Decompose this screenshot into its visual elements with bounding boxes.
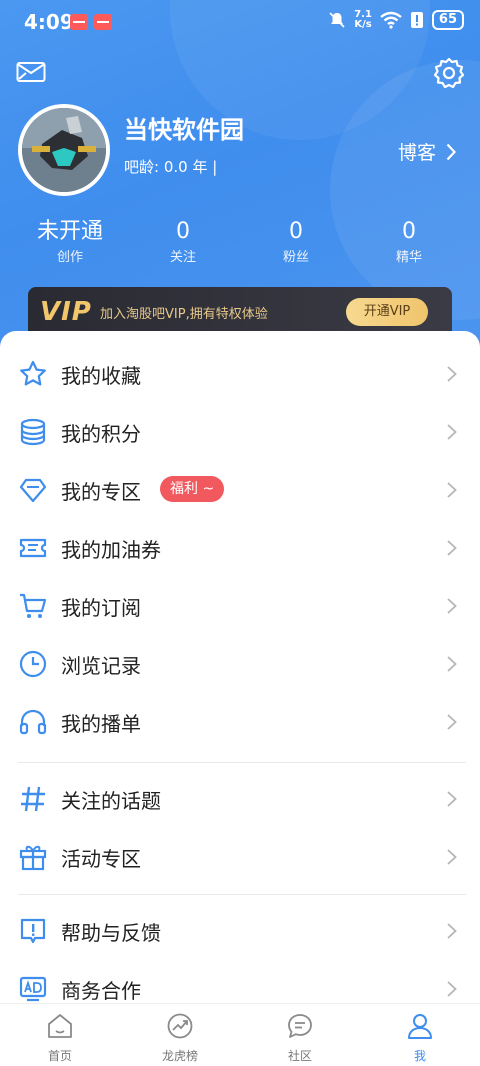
ticket-icon xyxy=(19,538,47,558)
menu-item-subscriptions[interactable]: 我的订阅 xyxy=(0,577,480,635)
vip-promo-text: 加入淘股吧VIP,拥有特权体验 xyxy=(100,307,268,322)
stats-row: 未开通 创作 0 关注 0 粉丝 0 精华 xyxy=(0,218,480,265)
menu-item-favorites[interactable]: 我的收藏 xyxy=(0,345,480,403)
gift-icon xyxy=(19,845,47,871)
tab-community[interactable]: 社区 xyxy=(240,1004,360,1066)
chevron-right-icon xyxy=(447,714,457,730)
tab-home[interactable]: 首页 xyxy=(0,1004,120,1066)
username: 当快软件园 xyxy=(124,116,244,144)
chevron-right-icon xyxy=(447,482,457,498)
menu-item-history[interactable]: 浏览记录 xyxy=(0,635,480,693)
wifi-icon xyxy=(380,11,402,29)
mail-icon[interactable] xyxy=(16,60,46,84)
menu-item-fuel-coupons[interactable]: 我的加油券 xyxy=(0,519,480,577)
open-vip-button[interactable]: 开通VIP xyxy=(346,298,428,326)
settings-gear-icon[interactable] xyxy=(432,56,466,90)
status-bar: 4:09 7.1 K/s 65 xyxy=(0,0,480,44)
clock-icon xyxy=(19,650,47,678)
stat-following[interactable]: 0 关注 xyxy=(140,218,226,265)
status-time: 4:09 xyxy=(24,10,74,34)
stat-creation[interactable]: 未开通 创作 xyxy=(0,218,140,265)
blog-label: 博客 xyxy=(398,142,437,164)
menu-item-activities[interactable]: 活动专区 xyxy=(0,828,480,886)
chevron-right-icon xyxy=(447,849,457,865)
notification-app-icon xyxy=(70,14,88,30)
home-icon xyxy=(48,1014,72,1038)
chevron-right-icon xyxy=(447,598,457,614)
menu-item-playlist[interactable]: 我的播单 xyxy=(0,693,480,751)
battery-indicator: 65 xyxy=(431,10,464,30)
star-icon xyxy=(20,360,46,386)
chevron-right-icon xyxy=(447,656,457,672)
feedback-icon xyxy=(20,918,46,944)
avatar[interactable] xyxy=(18,104,110,196)
menu-card: 我的收藏 我的积分 我的专区 福利 ~ 我的加油券 我的订阅 浏览记录 我的播单… xyxy=(0,331,480,1011)
blog-link[interactable]: 博客 xyxy=(398,138,457,165)
stat-essence[interactable]: 0 精华 xyxy=(366,218,452,265)
headphones-icon xyxy=(19,709,47,735)
tab-me[interactable]: 我 xyxy=(360,1004,480,1066)
welfare-badge: 福利 ~ xyxy=(160,476,225,502)
section-divider xyxy=(18,894,466,895)
menu-item-help-feedback[interactable]: 帮助与反馈 xyxy=(0,902,480,960)
menu-item-topics[interactable]: 关注的话题 xyxy=(0,770,480,828)
coins-icon xyxy=(20,418,46,446)
chevron-right-icon xyxy=(446,143,457,160)
mute-bell-icon xyxy=(329,12,345,28)
section-divider xyxy=(18,762,466,763)
network-speed: 7.1 K/s xyxy=(354,9,372,30)
hash-icon xyxy=(21,786,45,812)
chevron-right-icon xyxy=(447,540,457,556)
user-icon xyxy=(408,1014,432,1039)
menu-item-points[interactable]: 我的积分 xyxy=(0,403,480,461)
chevron-right-icon xyxy=(447,791,457,807)
account-age: 吧龄: 0.0 年 | xyxy=(124,158,218,176)
bottom-tab-bar: 首页 龙虎榜 社区 我 xyxy=(0,1003,480,1066)
chat-icon xyxy=(288,1014,312,1038)
vip-logo: VIP xyxy=(40,297,92,327)
notification-app-icon xyxy=(94,14,112,30)
menu-item-zone[interactable]: 我的专区 福利 ~ xyxy=(0,461,480,519)
chevron-right-icon xyxy=(447,923,457,939)
diamond-icon xyxy=(19,478,47,503)
tab-rankings[interactable]: 龙虎榜 xyxy=(120,1004,240,1066)
chevron-right-icon xyxy=(447,366,457,382)
cart-icon xyxy=(20,593,47,618)
chevron-right-icon xyxy=(447,424,457,440)
ad-icon xyxy=(19,976,47,1002)
alert-icon xyxy=(410,12,423,28)
chevron-right-icon xyxy=(447,981,457,997)
stat-followers[interactable]: 0 粉丝 xyxy=(226,218,366,265)
trend-icon xyxy=(167,1013,193,1039)
